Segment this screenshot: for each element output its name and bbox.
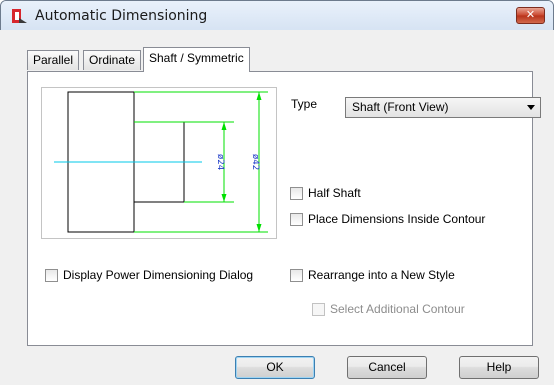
dim-inner-text: ø24: [215, 154, 225, 170]
rearrange-label: Rearrange into a New Style: [308, 268, 455, 282]
type-select[interactable]: Shaft (Front View): [345, 97, 541, 118]
place-inside-checkbox[interactable]: Place Dimensions Inside Contour: [290, 212, 485, 226]
checkbox-box[interactable]: [290, 186, 303, 200]
title-bar[interactable]: Automatic Dimensioning ✕: [1, 1, 553, 31]
type-label: Type: [291, 97, 318, 111]
help-button[interactable]: Help: [459, 356, 539, 379]
half-shaft-label: Half Shaft: [308, 186, 361, 200]
chevron-down-icon[interactable]: [527, 105, 535, 110]
tab-ordinate[interactable]: Ordinate: [83, 50, 142, 70]
tab-parallel[interactable]: Parallel: [27, 50, 80, 70]
shaft-preview-drawing: ø24 ø42: [54, 91, 268, 233]
type-select-value: Shaft (Front View): [352, 100, 449, 114]
window-title: Automatic Dimensioning: [35, 8, 208, 24]
checkbox-box[interactable]: [45, 268, 58, 282]
place-inside-label: Place Dimensions Inside Contour: [308, 212, 486, 226]
ok-button[interactable]: OK: [235, 356, 315, 379]
checkbox-box[interactable]: [290, 268, 303, 282]
close-icon: ✕: [525, 9, 536, 21]
tab-shaft-symmetric[interactable]: Shaft / Symmetric: [143, 47, 250, 72]
close-button[interactable]: ✕: [516, 7, 545, 24]
checkbox-box: [312, 302, 325, 316]
half-shaft-checkbox[interactable]: Half Shaft: [290, 186, 361, 200]
rearrange-checkbox[interactable]: Rearrange into a New Style: [290, 268, 455, 282]
display-power-checkbox[interactable]: Display Power Dimensioning Dialog: [45, 268, 253, 282]
select-additional-label: Select Additional Contour: [330, 302, 465, 316]
dim-outer-text: ø42: [250, 154, 260, 170]
display-power-label: Display Power Dimensioning Dialog: [63, 268, 254, 282]
app-icon: [12, 9, 27, 23]
shaft-preview: ø24 ø42: [41, 87, 277, 239]
cancel-button[interactable]: Cancel: [347, 356, 427, 379]
checkbox-box[interactable]: [290, 212, 303, 226]
select-additional-checkbox: Select Additional Contour: [312, 302, 465, 316]
